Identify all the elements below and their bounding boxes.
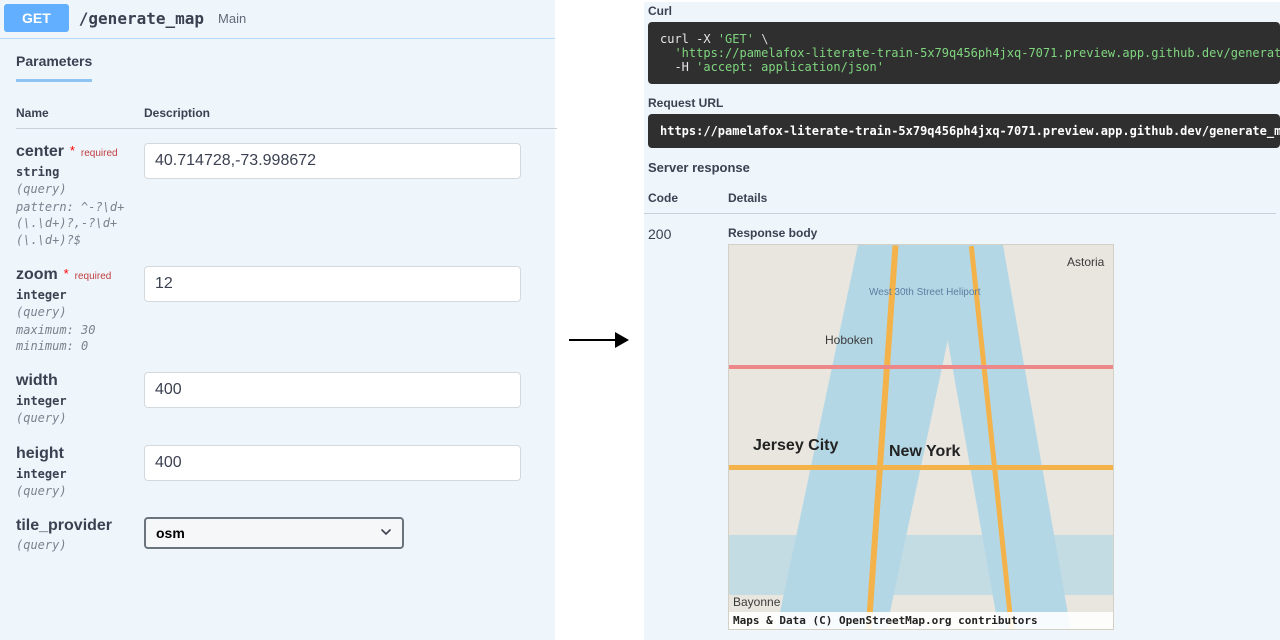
- arrow-right-icon: [567, 328, 631, 355]
- request-url-label: Request URL: [644, 94, 1280, 114]
- required-star-icon: *: [70, 143, 75, 158]
- param-in: (query): [16, 483, 138, 499]
- response-map-image: Hoboken Jersey City New York Astoria Wes…: [728, 244, 1114, 630]
- operation-header[interactable]: GET /generate_map Main: [0, 0, 555, 39]
- param-type: integer: [16, 394, 138, 408]
- tab-parameters[interactable]: Parameters: [16, 53, 92, 82]
- param-row-height: height integer (query): [16, 431, 557, 503]
- map-label-heliport: West 30th Street Heliport: [869, 287, 981, 298]
- param-name-cell: width integer (query): [16, 372, 144, 426]
- width-input[interactable]: [144, 372, 521, 408]
- param-name: tile_provider: [16, 517, 112, 534]
- param-row-tile-provider: tile_provider (query) osm: [16, 503, 557, 557]
- response-panel: Curl curl -X 'GET' \ 'https://pamelafox-…: [644, 2, 1280, 640]
- param-row-zoom: zoom * required integer (query) maximum:…: [16, 252, 557, 359]
- required-label: required: [75, 271, 112, 282]
- endpoint-summary: Main: [218, 11, 246, 26]
- param-name-cell: height integer (query): [16, 445, 144, 499]
- param-name: zoom: [16, 266, 58, 283]
- param-name-cell: tile_provider (query): [16, 517, 144, 553]
- parameters-panel: GET /generate_map Main Parameters Name D…: [0, 0, 555, 640]
- param-input-cell: [144, 445, 557, 481]
- param-meta: pattern: ^-?\d+(\.\d+)?,-?\d+(\.\d+)?$: [16, 199, 138, 248]
- curl-accept: 'accept: application/json': [696, 60, 884, 74]
- curl-flag-x: -X: [696, 32, 710, 46]
- height-input[interactable]: [144, 445, 521, 481]
- curl-command-block[interactable]: curl -X 'GET' \ 'https://pamelafox-liter…: [648, 22, 1280, 84]
- param-in: (query): [16, 410, 138, 426]
- center-input[interactable]: [144, 143, 521, 179]
- map-label-astoria: Astoria: [1067, 255, 1104, 269]
- param-input-cell: [144, 372, 557, 408]
- param-row-width: width integer (query): [16, 358, 557, 430]
- param-input-cell: [144, 266, 557, 302]
- param-type: integer: [16, 467, 138, 481]
- param-name: width: [16, 372, 58, 389]
- column-header-name: Name: [16, 106, 144, 120]
- param-type: integer: [16, 288, 138, 302]
- curl-flag-h: -H: [674, 60, 688, 74]
- param-input-cell: osm: [144, 517, 557, 549]
- param-name: height: [16, 445, 64, 462]
- map-label-new-york: New York: [889, 443, 960, 461]
- param-type: string: [16, 165, 138, 179]
- curl-label: Curl: [644, 2, 1280, 22]
- table-header-row: Name Description: [16, 96, 557, 129]
- server-response-label: Server response: [644, 158, 1280, 179]
- tile-provider-select[interactable]: osm: [144, 517, 404, 549]
- param-in: (query): [16, 181, 138, 197]
- map-label-hoboken: Hoboken: [825, 333, 873, 347]
- param-name-cell: zoom * required integer (query) maximum:…: [16, 266, 144, 355]
- column-header-description: Description: [144, 106, 557, 120]
- tab-bar: Parameters: [0, 39, 555, 82]
- param-input-cell: [144, 143, 557, 179]
- param-meta: maximum: 30 minimum: 0: [16, 322, 138, 354]
- param-in: (query): [16, 304, 138, 320]
- status-code: 200: [648, 226, 728, 242]
- column-header-code: Code: [648, 191, 728, 205]
- required-label: required: [81, 148, 118, 159]
- param-in: (query): [16, 537, 138, 553]
- param-row-center: center * required string (query) pattern…: [16, 129, 557, 252]
- response-row: 200 Response body Hoboken Jersey City Ne…: [644, 214, 1280, 630]
- param-name: center: [16, 143, 64, 160]
- response-header-row: Code Details: [644, 183, 1276, 214]
- curl-url: 'https://pamelafox-literate-train-5x79q4…: [674, 46, 1280, 60]
- curl-method: 'GET': [718, 32, 754, 46]
- http-method-badge: GET: [4, 4, 69, 32]
- request-url-block[interactable]: https://pamelafox-literate-train-5x79q45…: [648, 114, 1280, 148]
- parameters-table: Name Description center * required strin…: [16, 96, 557, 557]
- endpoint-path: /generate_map: [79, 9, 204, 28]
- response-body-label: Response body: [728, 226, 1114, 240]
- map-label-bayonne: Bayonne: [733, 595, 780, 609]
- column-header-details: Details: [728, 191, 767, 205]
- map-label-jersey-city: Jersey City: [753, 437, 838, 455]
- curl-backslash: \: [761, 32, 768, 46]
- required-star-icon: *: [64, 266, 69, 281]
- response-details: Response body Hoboken Jersey City New Yo…: [728, 226, 1114, 630]
- zoom-input[interactable]: [144, 266, 521, 302]
- curl-cmd: curl: [660, 32, 689, 46]
- param-name-cell: center * required string (query) pattern…: [16, 143, 144, 248]
- map-attribution: Maps & Data (C) OpenStreetMap.org contri…: [729, 612, 1113, 629]
